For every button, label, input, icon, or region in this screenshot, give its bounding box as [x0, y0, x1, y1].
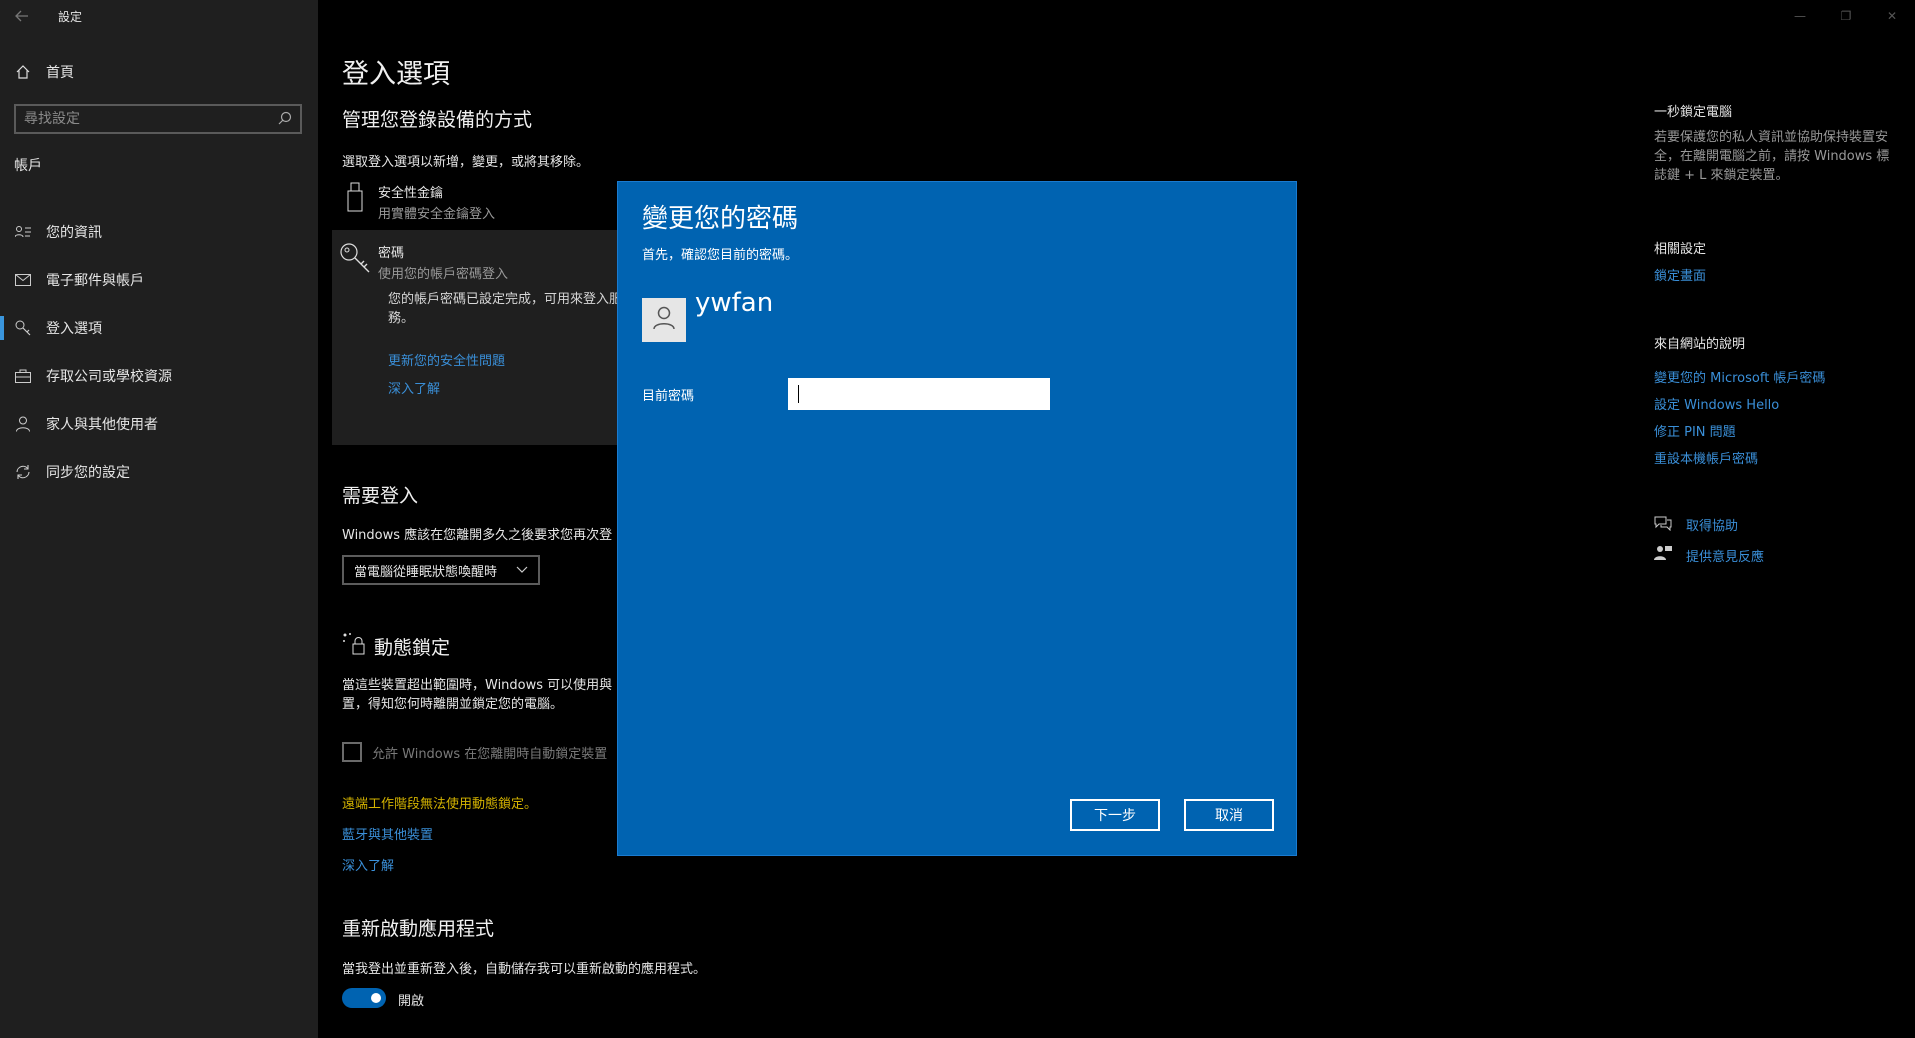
restart-apps-toggle[interactable] [342, 988, 386, 1008]
home-icon [0, 64, 46, 80]
web-link-windows-hello[interactable]: 設定 Windows Hello [1654, 394, 1779, 413]
user-avatar-icon [653, 306, 675, 334]
key-icon [0, 320, 46, 336]
usb-key-icon [332, 182, 378, 222]
briefcase-icon [0, 369, 46, 383]
page-title: 登入選項 [342, 59, 450, 90]
related-settings-heading: 相關設定 [1654, 242, 1707, 257]
dynamic-lock-checkbox-row[interactable]: 允許 Windows 在您離開時自動鎖定裝置 [342, 742, 607, 762]
nav-list: 您的資訊 電子郵件與帳戶 登入選項 存取公司或學校資源 家人與其他使用者 同步您… [0, 208, 318, 496]
dynamic-lock-icon [342, 632, 366, 661]
search-box[interactable] [14, 104, 302, 134]
option-password-expanded: 密碼 使用您的帳戶密碼登入 您的帳戶密碼已設定完成，可用來登入服務。 更新您的安… [332, 230, 632, 445]
dropdown-value: 當電腦從睡眠狀態喚醒時 [354, 564, 498, 580]
web-help-heading: 來自網站的說明 [1654, 337, 1746, 352]
chat-help-icon [1654, 515, 1672, 535]
sidebar-item-work-school[interactable]: 存取公司或學校資源 [0, 352, 318, 400]
sidebar-item-sign-in-options[interactable]: 登入選項 [0, 304, 318, 352]
dialog-subtitle: 首先，確認您目前的密碼。 [642, 248, 799, 263]
web-link-fix-pin[interactable]: 修正 PIN 問題 [1654, 421, 1736, 440]
window-controls: — ❐ ✕ [1777, 0, 1915, 32]
option-subtitle: 使用您的帳戶密碼登入 [378, 267, 509, 282]
search-input[interactable] [24, 111, 278, 127]
require-signin-heading: 需要登入 [342, 485, 419, 507]
option-title: 安全性金鑰 [378, 186, 444, 201]
dynamic-lock-warning: 遠端工作階段無法使用動態鎖定。 [342, 797, 538, 812]
lock-heading: 一秒鎖定電腦 [1654, 105, 1733, 120]
dialog-username: ywfan [695, 288, 774, 318]
current-password-label: 目前密碼 [642, 389, 695, 404]
page-description: 選取登入選項以新增，變更，或將其移除。 [342, 155, 590, 170]
learn-more-link[interactable]: 深入了解 [388, 378, 440, 397]
change-password-dialog: 變更您的密碼 首先，確認您目前的密碼。 ywfan 目前密碼 下一步 取消 [617, 181, 1297, 856]
require-signin-dropdown[interactable]: 當電腦從睡眠狀態喚醒時 [342, 555, 540, 585]
key-icon [332, 242, 378, 282]
dynamic-lock-checkbox-label: 允許 Windows 在您離開時自動鎖定裝置 [372, 746, 608, 762]
option-subtitle: 用實體安全金鑰登入 [378, 207, 496, 222]
sidebar-item-label: 電子郵件與帳戶 [46, 273, 144, 289]
feedback-link[interactable]: 提供意見反應 [1686, 546, 1764, 565]
password-description: 您的帳戶密碼已設定完成，可用來登入服務。 [388, 292, 623, 326]
sidebar-item-label: 同步您的設定 [46, 465, 130, 481]
option-title: 密碼 [378, 246, 405, 261]
sidebar-item-label: 登入選項 [46, 321, 102, 337]
dynamic-lock-title: 動態鎖定 [374, 637, 451, 659]
dynamic-lock-heading: 動態鎖定 [342, 632, 450, 661]
mail-icon [0, 274, 46, 286]
sidebar-item-email[interactable]: 電子郵件與帳戶 [0, 256, 318, 304]
restart-apps-text: 當我登出並重新登入後，自動儲存我可以重新啟動的應用程式。 [342, 962, 707, 977]
lock-text: 若要保護您的私人資訊並協助保持裝置安全，在離開電腦之前，請按 Windows 標… [1654, 130, 1890, 183]
sidebar-item-sync[interactable]: 同步您的設定 [0, 448, 318, 496]
search-icon[interactable] [278, 110, 292, 129]
restore-icon[interactable]: ❐ [1823, 0, 1869, 32]
back-arrow-icon[interactable] [0, 0, 44, 32]
restart-apps-toggle-label: 開啟 [398, 994, 425, 1009]
feedback-icon [1654, 545, 1672, 565]
close-icon[interactable]: ✕ [1869, 0, 1915, 32]
bluetooth-link[interactable]: 藍牙與其他裝置 [342, 824, 433, 843]
app-title: 設定 [58, 9, 83, 24]
dynamic-lock-text: 當這些裝置超出範圍時，Windows 可以使用與置，得知您何時離開並鎖定您的電腦… [342, 678, 613, 712]
lock-screen-link[interactable]: 鎖定畫面 [1654, 265, 1706, 284]
restart-apps-heading: 重新啟動應用程式 [342, 918, 495, 940]
chevron-down-icon [516, 563, 528, 578]
sync-icon [0, 464, 46, 480]
next-button[interactable]: 下一步 [1070, 799, 1160, 831]
web-link-reset-password[interactable]: 重設本機帳戶密碼 [1654, 448, 1758, 467]
require-signin-text: Windows 應該在您離開多久之後要求您再次登 [342, 528, 613, 543]
nav-home[interactable]: 首頁 [0, 57, 318, 87]
sidebar-item-label: 存取公司或學校資源 [46, 369, 172, 385]
sidebar: 設定 首頁 帳戶 您的資訊 電子郵件與帳戶 [0, 0, 318, 1038]
sidebar-item-label: 您的資訊 [46, 225, 102, 241]
avatar [642, 298, 686, 342]
person-info-icon [0, 225, 46, 239]
sidebar-item-your-info[interactable]: 您的資訊 [0, 208, 318, 256]
current-password-input[interactable] [788, 378, 1050, 410]
person-icon [0, 416, 46, 432]
dialog-title: 變更您的密碼 [642, 204, 799, 234]
dynamic-lock-checkbox[interactable] [342, 742, 362, 762]
title-bar: 設定 [0, 0, 318, 32]
sidebar-item-label: 家人與其他使用者 [46, 417, 158, 433]
minimize-icon[interactable]: — [1777, 0, 1823, 32]
update-security-questions-link[interactable]: 更新您的安全性問題 [388, 350, 505, 369]
web-link-change-password[interactable]: 變更您的 Microsoft 帳戶密碼 [1654, 367, 1825, 386]
section-title: 帳戶 [14, 158, 42, 174]
cancel-button[interactable]: 取消 [1184, 799, 1274, 831]
get-help-link[interactable]: 取得協助 [1686, 515, 1738, 534]
nav-home-label: 首頁 [46, 65, 74, 81]
text-cursor [798, 385, 799, 403]
option-password[interactable]: 密碼 使用您的帳戶密碼登入 [332, 242, 508, 282]
sidebar-item-family[interactable]: 家人與其他使用者 [0, 400, 318, 448]
learn-more-link[interactable]: 深入了解 [342, 855, 394, 874]
page-subtitle: 管理您登錄設備的方式 [342, 109, 533, 131]
option-security-key[interactable]: 安全性金鑰 用實體安全金鑰登入 [332, 182, 495, 222]
